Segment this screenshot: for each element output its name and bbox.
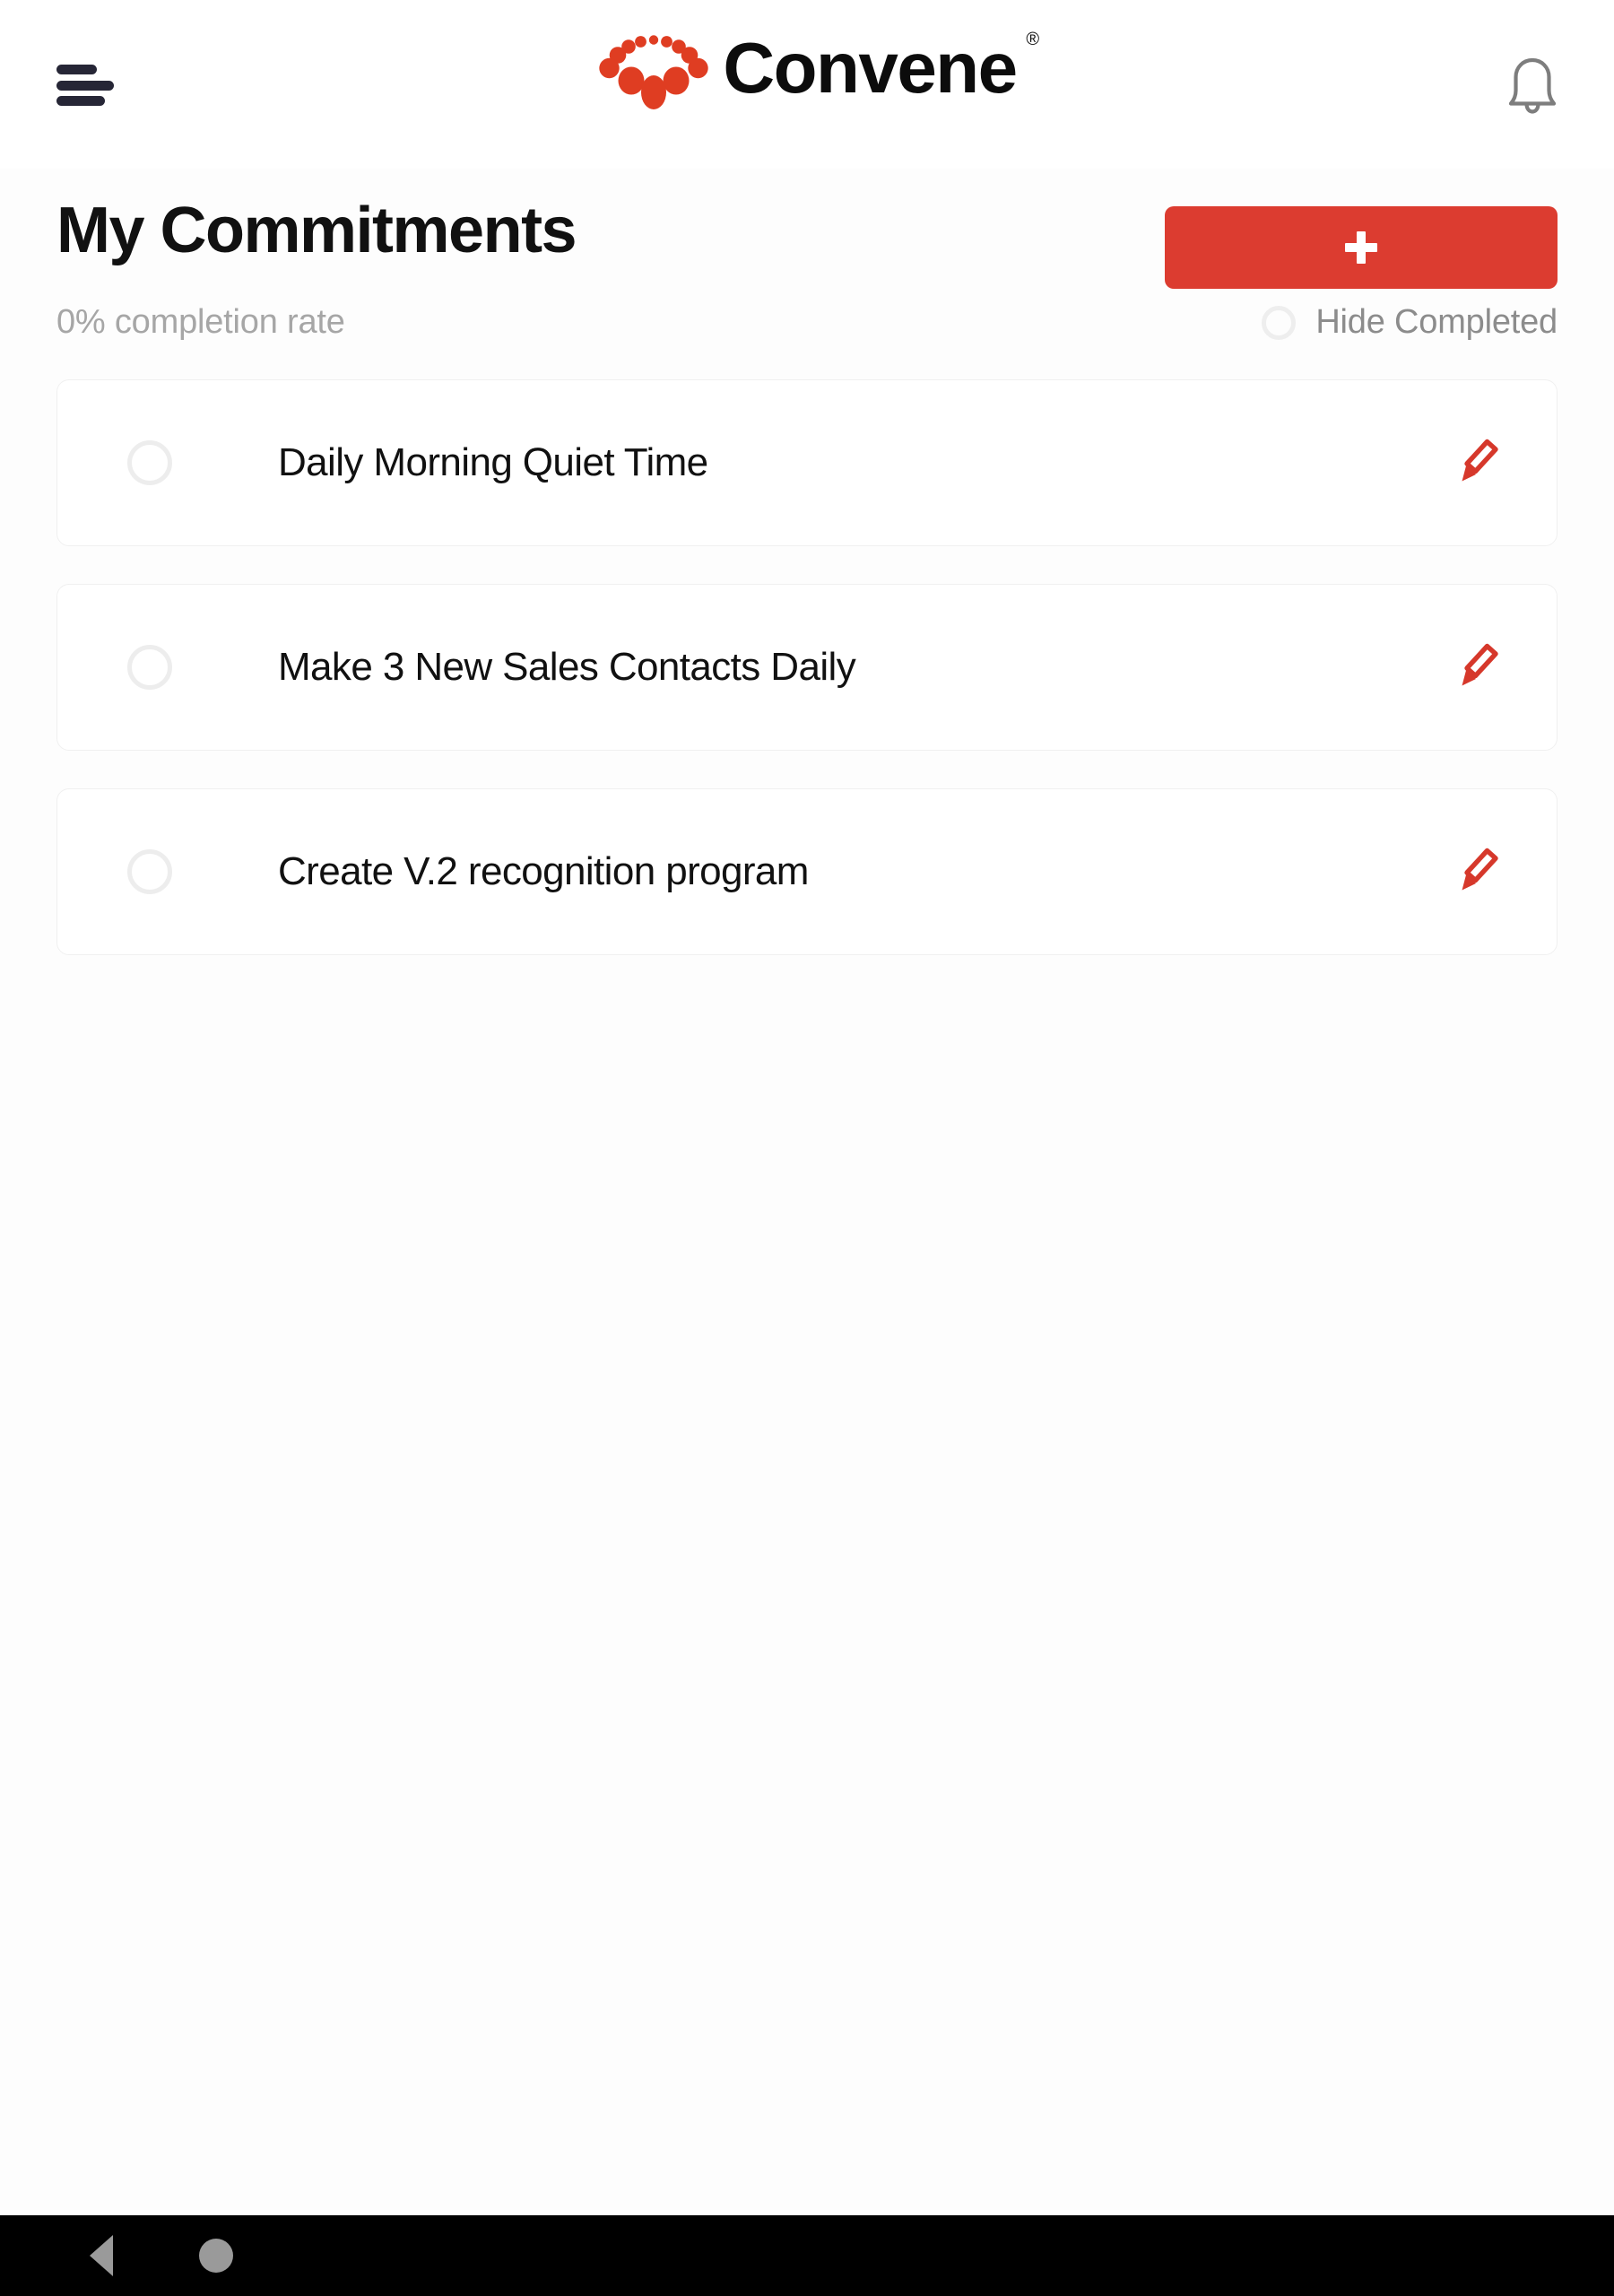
hide-completed-label: Hide Completed [1315,303,1558,341]
add-commitment-button[interactable] [1165,206,1558,289]
edit-commitment-button[interactable] [1453,846,1505,898]
hide-completed-toggle[interactable]: Hide Completed [1262,303,1558,342]
brand-wordmark: Convene ® [723,30,1039,104]
brand-name-text: Convene [723,28,1018,108]
convene-dot-arc-logo-icon [599,35,709,109]
commitment-checkbox[interactable] [127,645,172,690]
bell-icon [1508,57,1557,114]
edit-commitment-button[interactable] [1453,437,1505,489]
commitment-checkbox[interactable] [127,440,172,485]
pencil-edit-icon [1462,848,1498,891]
subheader-row: 0% completion rate Hide Completed [0,289,1614,342]
back-triangle-icon[interactable] [90,2235,113,2276]
notifications-button[interactable] [1494,47,1571,124]
commitment-row[interactable]: Daily Morning Quiet Time [56,379,1558,546]
commitment-checkbox[interactable] [127,849,172,894]
commitments-list: Daily Morning Quiet Time Make 3 New Sale… [0,342,1614,2215]
commitment-row[interactable]: Create V.2 recognition program [56,788,1558,955]
pencil-edit-icon [1462,439,1498,482]
android-navigation-bar [0,2215,1614,2296]
pencil-edit-icon [1462,643,1498,686]
registered-trademark-icon: ® [1026,30,1039,49]
page-header: My Commitments [0,169,1614,289]
top-app-bar: Convene ® [0,0,1614,169]
commitment-label: Create V.2 recognition program [278,848,809,893]
commitment-label: Daily Morning Quiet Time [278,439,708,484]
completion-rate-text: 0% completion rate [56,303,345,341]
edit-commitment-button[interactable] [1453,641,1505,693]
home-circle-icon[interactable] [199,2239,233,2273]
commitment-label: Make 3 New Sales Contacts Daily [278,644,856,689]
page-title: My Commitments [56,195,577,266]
brand-logo: Convene ® [0,25,1614,111]
plus-icon [1345,231,1377,264]
hide-completed-radio-icon[interactable] [1262,305,1297,340]
commitment-row[interactable]: Make 3 New Sales Contacts Daily [56,584,1558,751]
app-root: Convene ® My Commitments 0% completion ra… [0,0,1614,2296]
